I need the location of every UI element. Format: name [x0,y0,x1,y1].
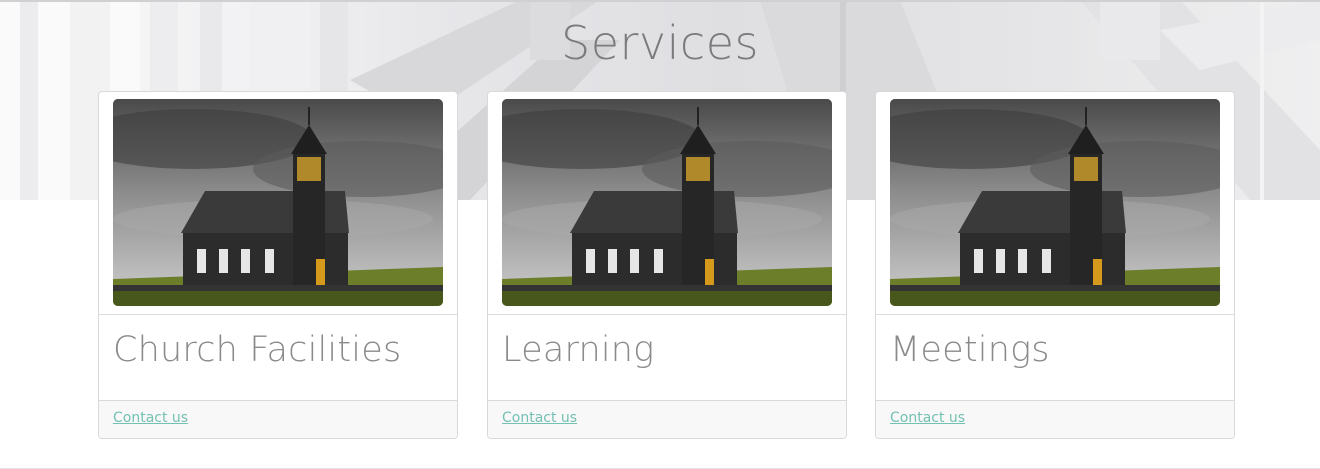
contact-us-link[interactable]: Contact us [890,410,965,426]
service-card-meetings: Meetings Contact us [875,91,1235,439]
card-divider [488,314,846,315]
church-photo [113,99,443,306]
service-cards: Church Facilities Contact us Learning Co… [98,91,1235,439]
card-divider [99,314,457,315]
card-footer: Contact us [99,400,457,438]
service-card-church-facilities: Church Facilities Contact us [98,91,458,439]
card-footer: Contact us [488,400,846,438]
church-photo [890,99,1220,306]
church-photo [502,99,832,306]
services-page: Services Church Facilities Contact us Le… [0,0,1320,469]
card-divider [876,314,1234,315]
card-title: Learning [502,330,655,370]
card-title: Church Facilities [113,330,402,370]
section-title: Services [561,16,759,70]
contact-us-link[interactable]: Contact us [502,410,577,426]
card-footer: Contact us [876,400,1234,438]
service-card-learning: Learning Contact us [487,91,847,439]
card-title: Meetings [890,330,1050,370]
contact-us-link[interactable]: Contact us [113,410,188,426]
